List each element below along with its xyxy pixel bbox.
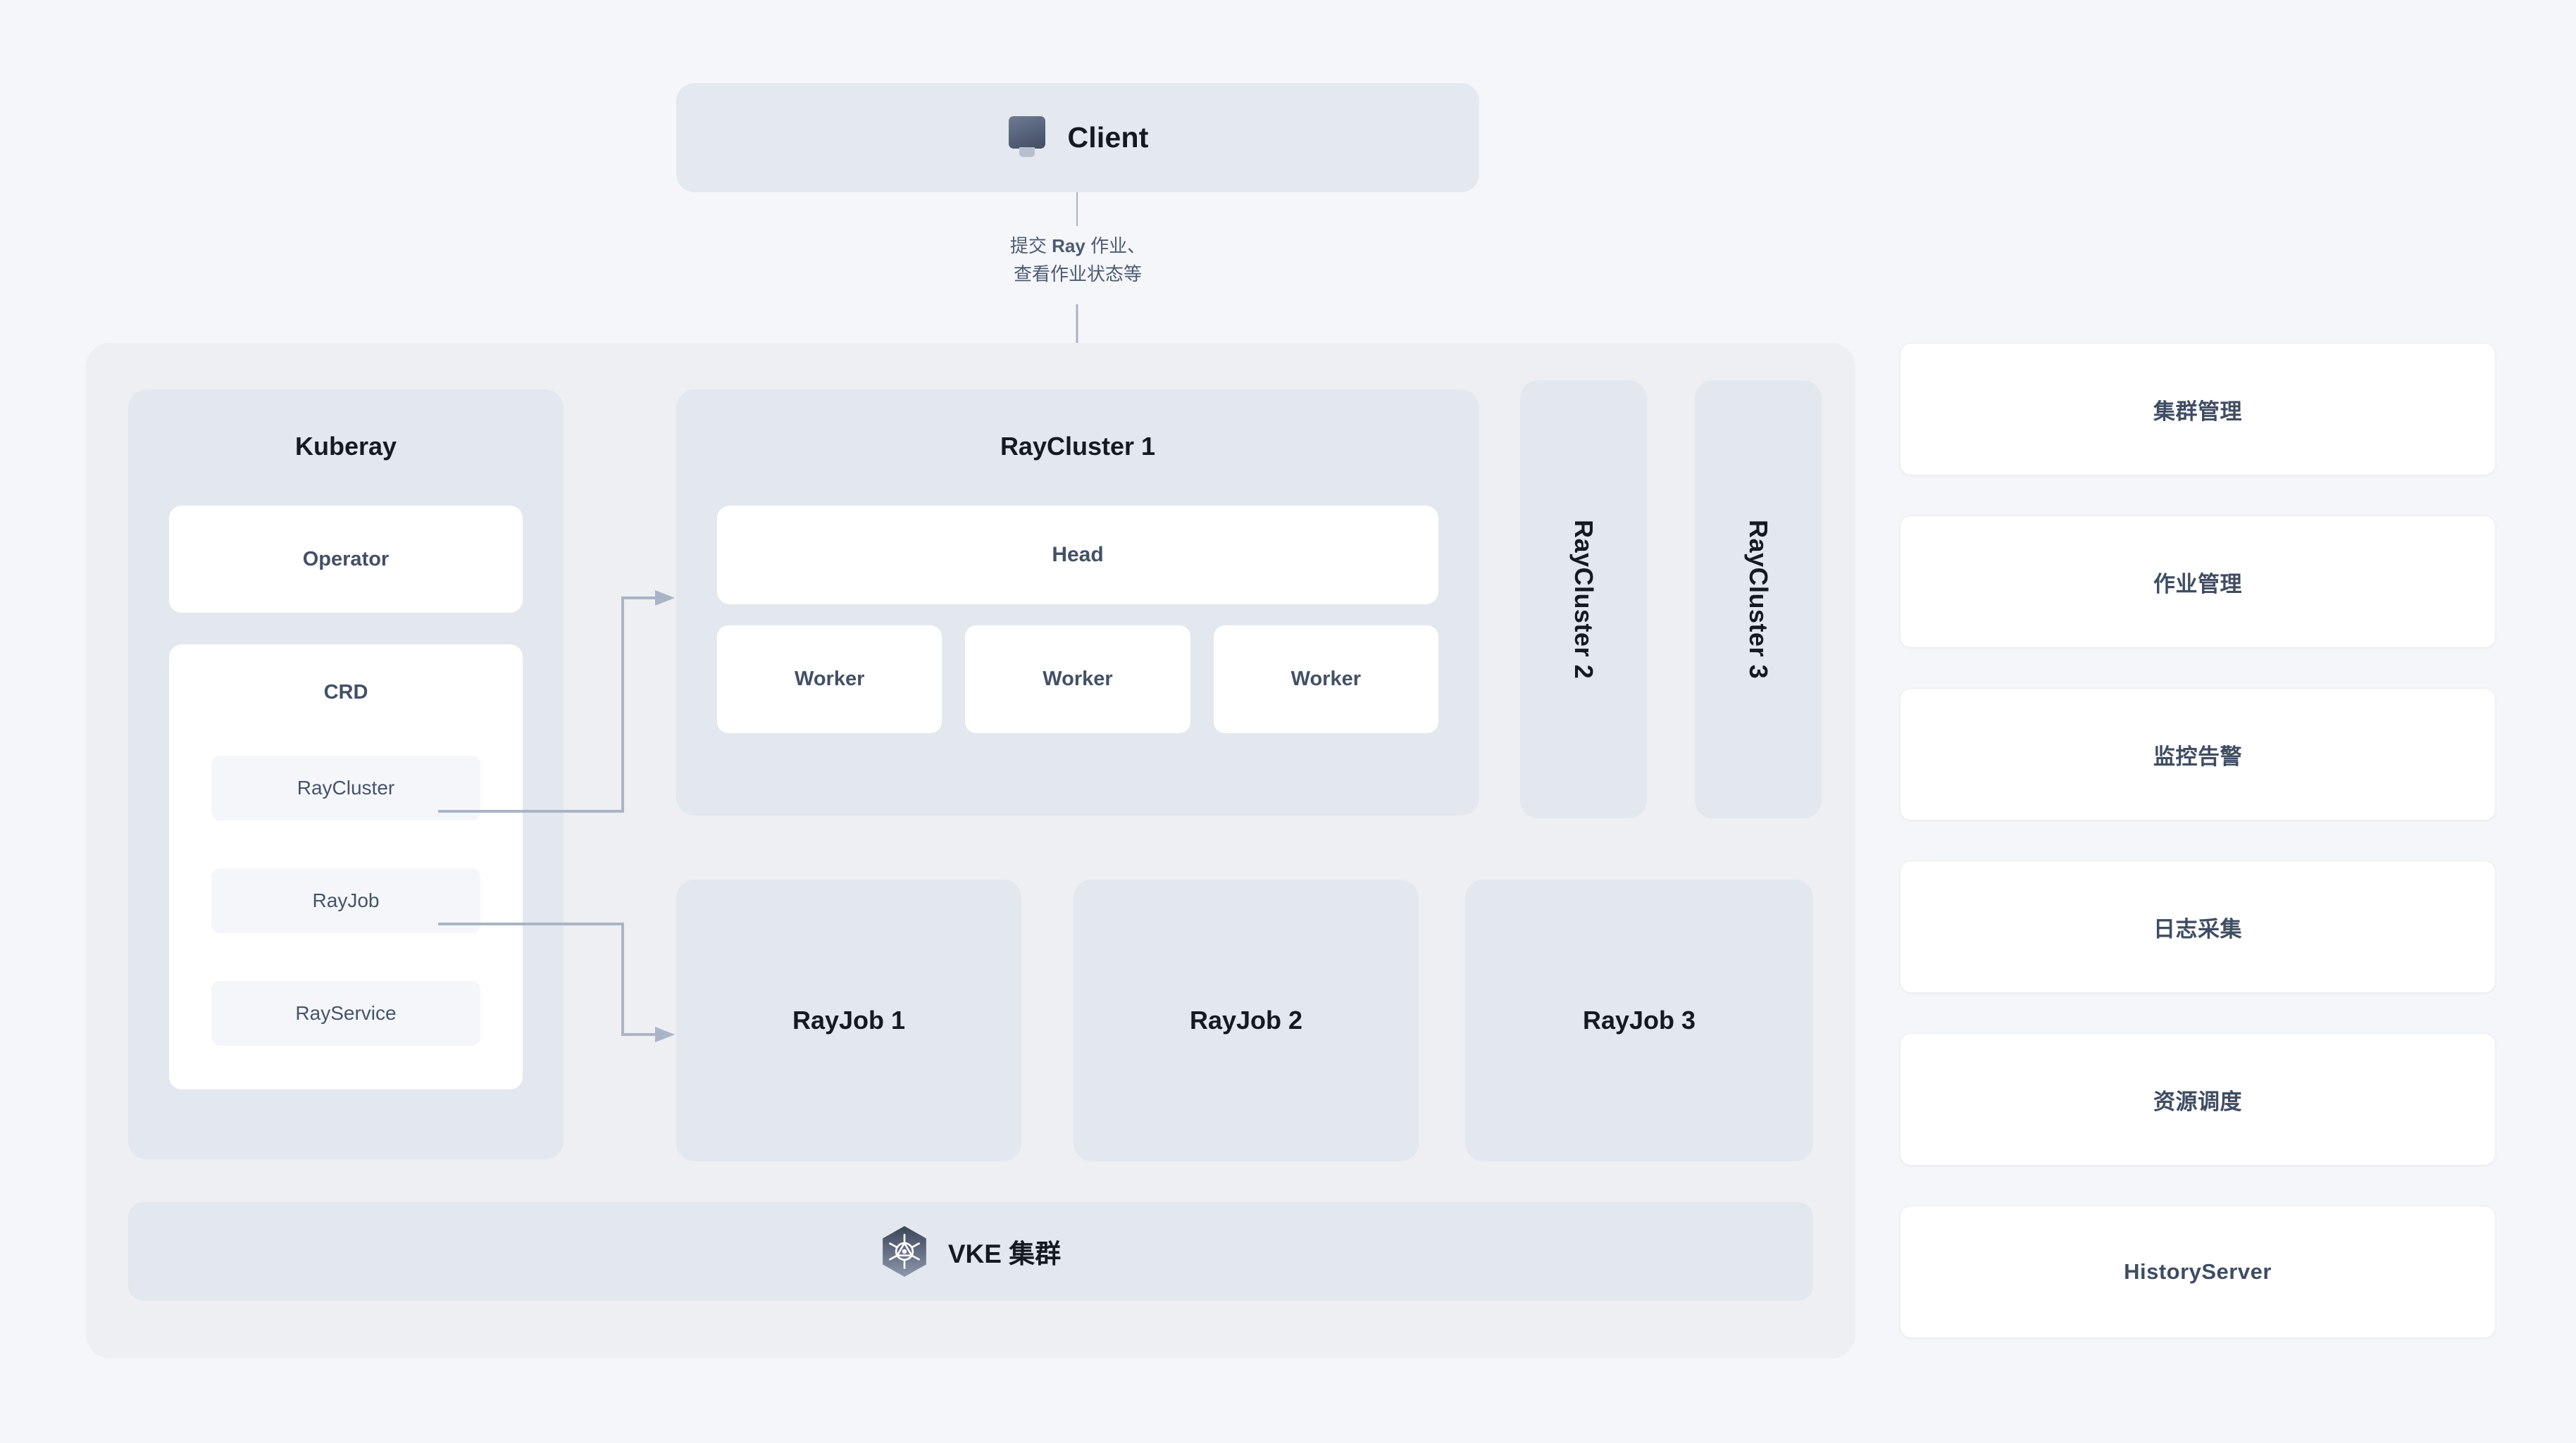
vke-label: VKE 集群 (947, 1239, 1062, 1268)
raycluster-2-panel[interactable]: RayCluster 2 (1520, 380, 1647, 818)
worker-card[interactable]: Worker (1213, 625, 1438, 733)
crd-title: CRD (323, 681, 368, 704)
rayjob-3-label: RayJob 3 (1582, 1006, 1696, 1035)
worker-label: Worker (1290, 668, 1362, 690)
feature-card-log-collection[interactable]: 日志采集 (1900, 861, 2496, 993)
feature-label: HistoryServer (2124, 1259, 2272, 1284)
kuberay-panel[interactable]: Kuberay Operator CRD RayCluster RayJob R… (128, 389, 564, 1159)
operator-label: Operator (302, 547, 390, 570)
crd-chip-raycluster[interactable]: RayCluster (211, 756, 480, 820)
operator-card[interactable]: Operator (169, 506, 523, 613)
crd-chip-rayjob[interactable]: RayJob (211, 868, 480, 933)
feature-card-job-management[interactable]: 作业管理 (1900, 516, 2496, 648)
feature-card-resource-scheduling[interactable]: 资源调度 (1900, 1033, 2496, 1166)
head-label: Head (1052, 543, 1104, 566)
monitor-icon (1007, 115, 1047, 160)
annotation-line1-suffix: 作业、 (1085, 235, 1146, 256)
diagram-canvas: Client 提交 Ray 作业、 查看作业状态等 Kuberay Operat… (0, 0, 2576, 1443)
crd-card[interactable]: CRD RayCluster RayJob RayService (169, 644, 523, 1089)
rayjob-3-panel[interactable]: RayJob 3 (1465, 880, 1813, 1161)
head-node-card[interactable]: Head (717, 506, 1438, 604)
rayjob-1-panel[interactable]: RayJob 1 (676, 880, 1021, 1161)
client-box[interactable]: Client (676, 83, 1479, 192)
feature-label: 监控告警 (2153, 744, 2242, 769)
kuberay-title: Kuberay (294, 432, 397, 461)
worker-card[interactable]: Worker (717, 625, 942, 733)
crd-chip-rayservice[interactable]: RayService (211, 981, 480, 1046)
raycluster-1-title: RayCluster 1 (1000, 432, 1156, 461)
vke-cluster-bar[interactable]: VKE 集群 (128, 1202, 1813, 1301)
client-label: Client (1067, 121, 1149, 154)
worker-label: Worker (794, 668, 865, 690)
client-annotation-text: 提交 Ray 作业、 查看作业状态等 (895, 232, 1261, 288)
annotation-line-1: 提交 Ray 作业、 (895, 232, 1261, 261)
feature-label: 作业管理 (2153, 571, 2242, 596)
kubernetes-icon (882, 1226, 926, 1277)
feature-card-monitoring-alerts[interactable]: 监控告警 (1900, 688, 2496, 820)
client-connector-line (1076, 192, 1078, 226)
feature-label: 资源调度 (2153, 1089, 2242, 1114)
rayjob-2-panel[interactable]: RayJob 2 (1074, 880, 1419, 1161)
feature-label: 日志采集 (2153, 916, 2242, 942)
rayjob-1-label: RayJob 1 (792, 1006, 906, 1035)
raycluster-3-panel[interactable]: RayCluster 3 (1695, 380, 1822, 818)
worker-row: Worker Worker Worker (717, 625, 1438, 733)
raycluster-3-title: RayCluster 3 (1744, 519, 1773, 680)
feature-card-list: 集群管理 作业管理 监控告警 日志采集 资源调度 HistoryServer (1900, 343, 2496, 1378)
worker-label: Worker (1043, 668, 1113, 690)
raycluster-1-panel[interactable]: RayCluster 1 Head Worker Worker Worker (676, 389, 1479, 816)
annotation-line1-prefix: 提交 (1009, 235, 1052, 256)
annotation-line-2: 查看作业状态等 (1013, 263, 1142, 285)
rayjob-2-label: RayJob 2 (1189, 1006, 1303, 1035)
feature-card-history-server[interactable]: HistoryServer (1900, 1206, 2496, 1338)
feature-card-cluster-management[interactable]: 集群管理 (1900, 343, 2496, 475)
raycluster-2-title: RayCluster 2 (1569, 519, 1598, 680)
worker-card[interactable]: Worker (965, 625, 1190, 733)
feature-label: 集群管理 (2153, 399, 2242, 424)
annotation-line1-bold: Ray (1052, 235, 1085, 256)
